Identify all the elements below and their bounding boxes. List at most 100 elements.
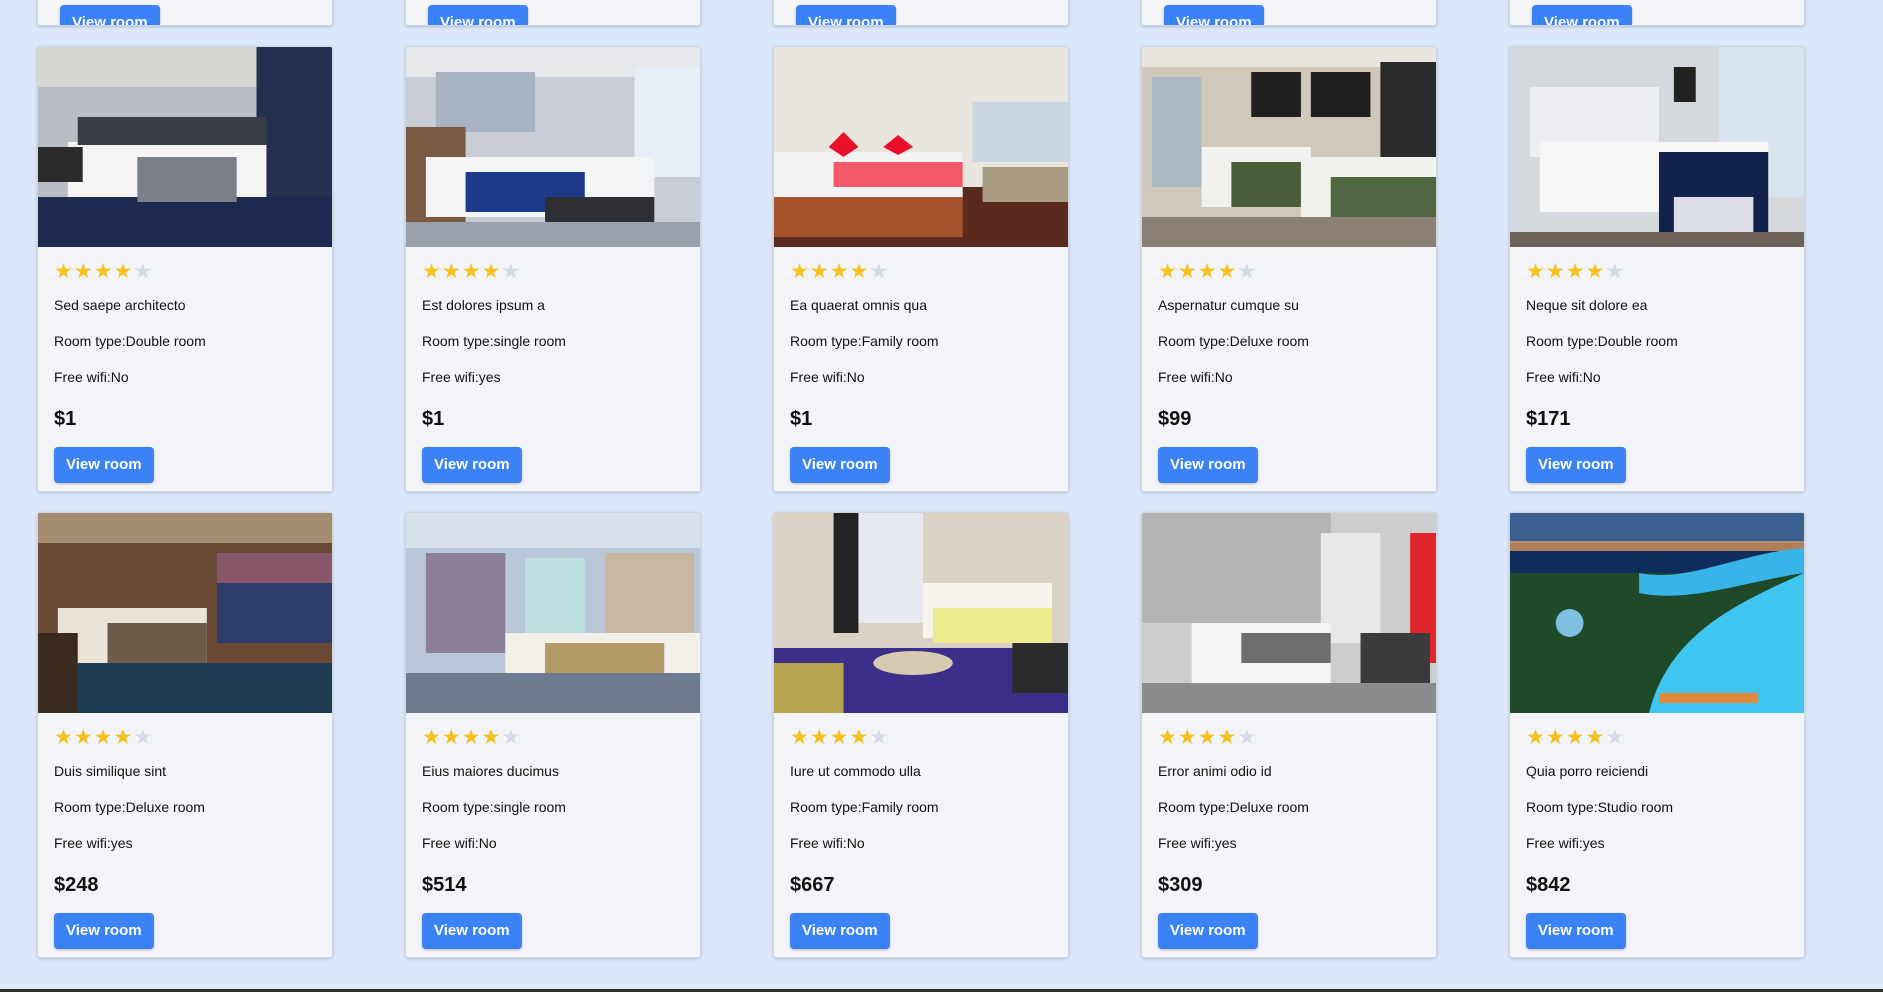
room-card-body: ★ ★ ★ ★ ★ Aspernatur cumque su Room type:Del… <box>1142 247 1436 483</box>
star-filled-icon: ★ <box>790 259 809 283</box>
star-filled-icon: ★ <box>1217 725 1237 749</box>
room-card: ★ ★ ★ ★ ★ Quia porro reiciendi Room type:Stu… <box>1509 512 1805 958</box>
star-empty-icon: ★ <box>501 725 521 749</box>
free-wifi: Free wifi:yes <box>54 835 133 851</box>
star-filled-icon: ★ <box>113 259 133 283</box>
room-card-body: ★ ★ ★ ★ ★ Neque sit dolore ea Room type:Doub… <box>1510 247 1804 483</box>
room-type: Room type:Deluxe room <box>54 799 205 815</box>
star-filled-icon: ★ <box>481 259 501 283</box>
view-room-button[interactable]: View room <box>1158 913 1258 949</box>
star-filled-icon: ★ <box>1526 725 1545 749</box>
view-room-button[interactable]: View room <box>790 447 890 483</box>
star-filled-icon: ★ <box>1545 259 1565 283</box>
star-filled-icon: ★ <box>441 725 461 749</box>
room-type: Room type:Double room <box>54 333 206 349</box>
star-empty-icon: ★ <box>133 725 153 749</box>
room-price: $514 <box>422 874 467 896</box>
star-filled-icon: ★ <box>422 725 441 749</box>
star-filled-icon: ★ <box>113 725 133 749</box>
view-room-button[interactable]: View room <box>54 447 154 483</box>
room-card: ★ ★ ★ ★ ★ Est dolores ipsum a Room type:sing… <box>405 46 701 492</box>
room-photo[interactable] <box>406 47 700 247</box>
room-title: Quia porro reiciendi <box>1526 763 1649 779</box>
star-filled-icon: ★ <box>1158 725 1177 749</box>
room-photo[interactable] <box>1142 513 1436 713</box>
view-room-button[interactable]: View room <box>1526 913 1626 949</box>
view-room-button[interactable]: View room <box>422 913 522 949</box>
room-card: ★ ★ ★ ★ ★ Iure ut commodo ulla Room type:Fam… <box>773 512 1069 958</box>
room-card: ★ ★ ★ ★ ★ Error animi odio id Room type:Delu… <box>1141 512 1437 958</box>
room-title: Neque sit dolore ea <box>1526 297 1648 313</box>
room-card-partial: View room <box>37 0 333 26</box>
free-wifi: Free wifi:No <box>1158 369 1233 385</box>
room-title: Duis similique sint <box>54 763 167 779</box>
star-filled-icon: ★ <box>829 725 849 749</box>
room-type: Room type:Studio room <box>1526 799 1674 815</box>
rating-stars: ★ ★ ★ ★ ★ <box>1158 725 1420 749</box>
star-filled-icon: ★ <box>1585 725 1605 749</box>
view-room-button[interactable]: View room <box>1158 447 1258 483</box>
free-wifi: Free wifi:No <box>422 835 497 851</box>
view-room-button[interactable]: View room <box>1532 5 1632 25</box>
room-card-body: ★ ★ ★ ★ ★ Eius maiores ducimus Room type:sin… <box>406 713 700 949</box>
star-empty-icon: ★ <box>1605 259 1625 283</box>
room-grid: View room View room View room View room … <box>37 0 1805 958</box>
star-filled-icon: ★ <box>1526 259 1545 283</box>
room-type: Room type:single room <box>422 333 566 349</box>
view-room-button[interactable]: View room <box>1164 5 1264 25</box>
room-card-partial: View room <box>1509 0 1805 26</box>
view-room-button[interactable]: View room <box>428 5 528 25</box>
view-room-button[interactable]: View room <box>60 5 160 25</box>
star-filled-icon: ★ <box>1197 725 1217 749</box>
room-card-body: ★ ★ ★ ★ ★ Error animi odio id Room type:Delu… <box>1142 713 1436 949</box>
room-photo[interactable] <box>406 513 700 713</box>
star-filled-icon: ★ <box>809 259 829 283</box>
star-filled-icon: ★ <box>1177 259 1197 283</box>
view-room-button[interactable]: View room <box>54 913 154 949</box>
star-filled-icon: ★ <box>1158 259 1177 283</box>
star-filled-icon: ★ <box>1197 259 1217 283</box>
star-empty-icon: ★ <box>1237 725 1257 749</box>
star-filled-icon: ★ <box>93 259 113 283</box>
star-filled-icon: ★ <box>1585 259 1605 283</box>
room-card-partial: View room <box>405 0 701 26</box>
room-photo[interactable] <box>38 47 332 247</box>
star-filled-icon: ★ <box>93 725 113 749</box>
free-wifi: Free wifi:No <box>790 369 865 385</box>
view-room-button[interactable]: View room <box>1526 447 1626 483</box>
star-filled-icon: ★ <box>441 259 461 283</box>
star-filled-icon: ★ <box>73 725 93 749</box>
room-card-body: ★ ★ ★ ★ ★ Quia porro reiciendi Room type:Stu… <box>1510 713 1804 949</box>
star-filled-icon: ★ <box>790 725 809 749</box>
room-price: $1 <box>790 408 813 430</box>
free-wifi: Free wifi:No <box>1526 369 1601 385</box>
star-empty-icon: ★ <box>1237 259 1257 283</box>
star-empty-icon: ★ <box>501 259 521 283</box>
room-photo[interactable] <box>1510 513 1804 713</box>
star-filled-icon: ★ <box>1217 259 1237 283</box>
room-title: Aspernatur cumque su <box>1158 297 1299 313</box>
room-photo[interactable] <box>1510 47 1804 247</box>
view-room-button[interactable]: View room <box>790 913 890 949</box>
room-card-body: ★ ★ ★ ★ ★ Iure ut commodo ulla Room type:Fam… <box>774 713 1068 949</box>
free-wifi: Free wifi:yes <box>1158 835 1237 851</box>
room-price: $309 <box>1158 874 1203 896</box>
room-card: ★ ★ ★ ★ ★ Sed saepe architecto Room type:Dou… <box>37 46 333 492</box>
view-room-button[interactable]: View room <box>422 447 522 483</box>
free-wifi: Free wifi:yes <box>1526 835 1605 851</box>
room-photo[interactable] <box>774 47 1068 247</box>
room-card-partial: View room <box>773 0 1069 26</box>
room-photo[interactable] <box>38 513 332 713</box>
room-price: $1 <box>422 408 445 430</box>
view-room-button[interactable]: View room <box>796 5 896 25</box>
room-photo[interactable] <box>1142 47 1436 247</box>
star-empty-icon: ★ <box>133 259 153 283</box>
star-filled-icon: ★ <box>1565 725 1585 749</box>
room-photo[interactable] <box>774 513 1068 713</box>
star-filled-icon: ★ <box>1545 725 1565 749</box>
star-filled-icon: ★ <box>54 259 73 283</box>
star-empty-icon: ★ <box>869 725 889 749</box>
room-card-body: ★ ★ ★ ★ ★ Sed saepe architecto Room type:Dou… <box>38 247 332 483</box>
room-price: $667 <box>790 874 835 896</box>
room-title: Sed saepe architecto <box>54 297 186 313</box>
